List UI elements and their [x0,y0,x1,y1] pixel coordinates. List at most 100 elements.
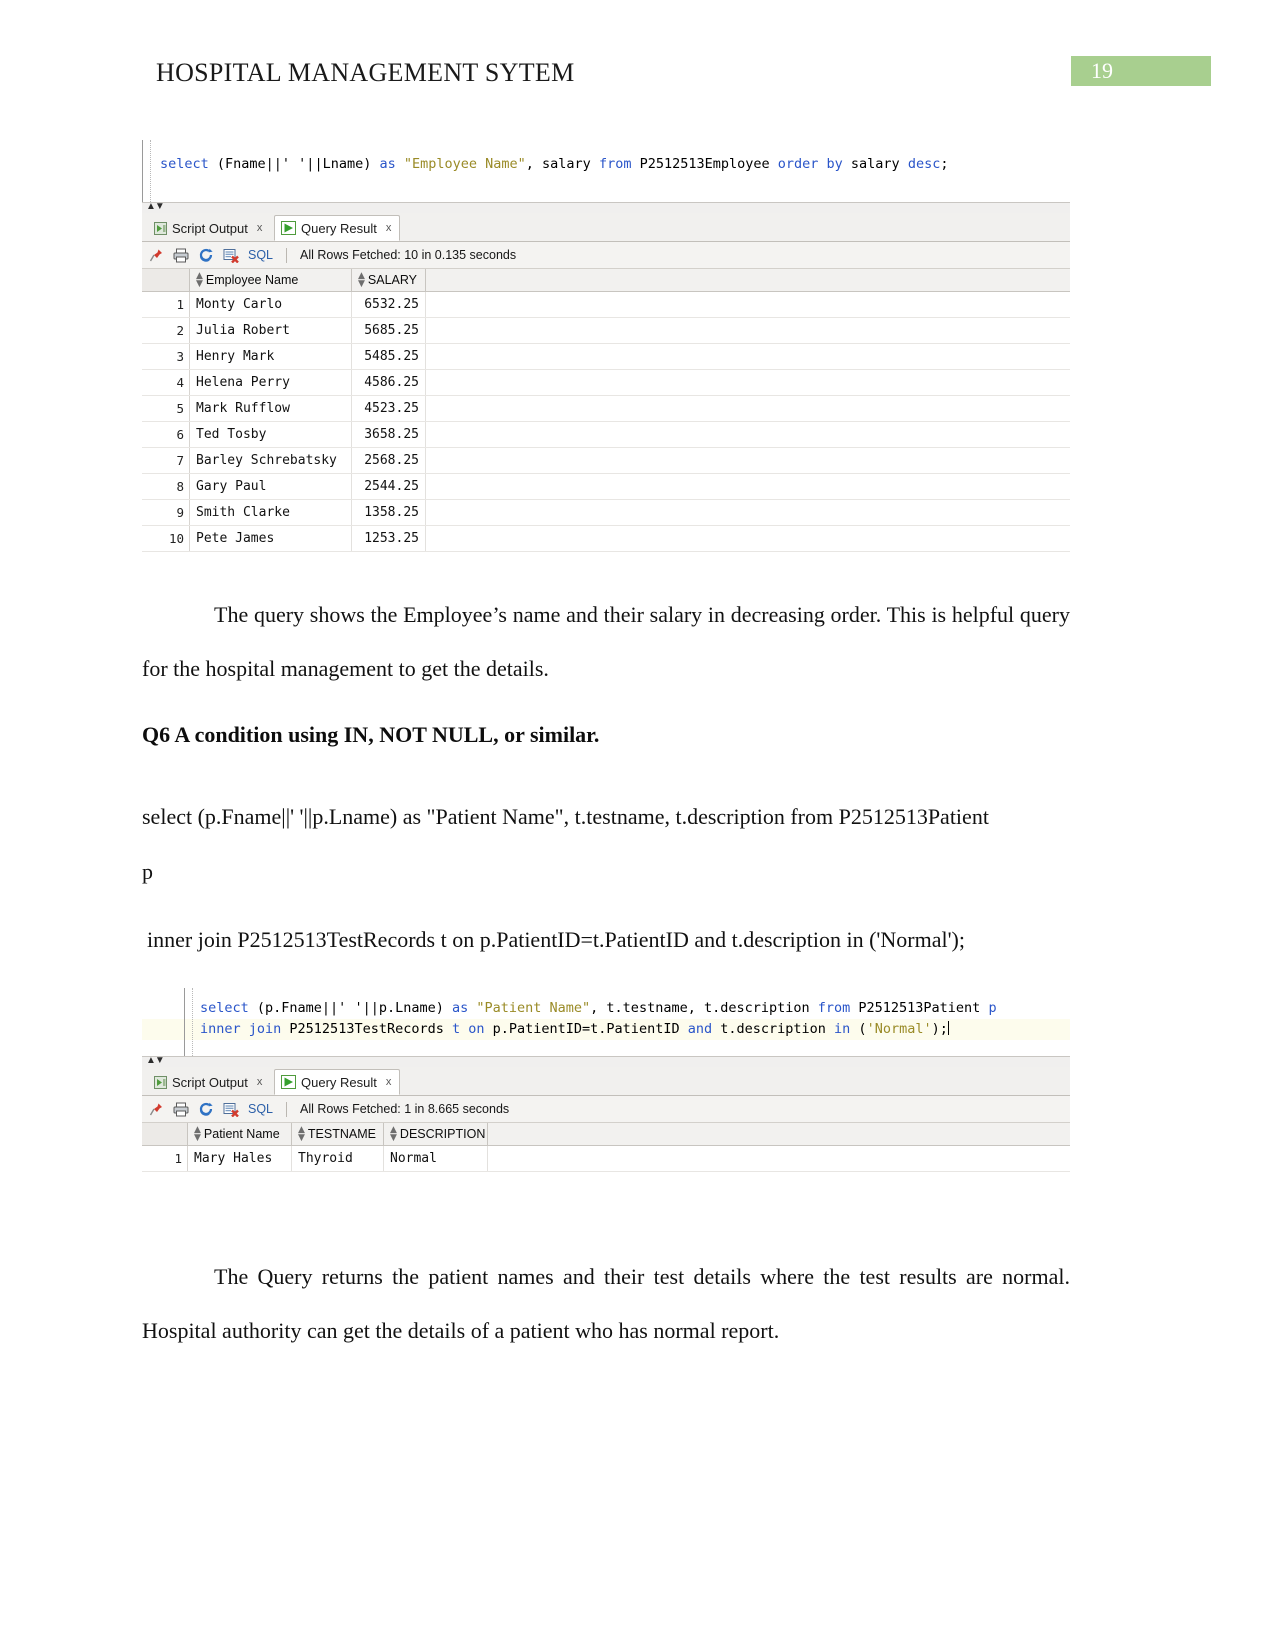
row-number-cell: 4 [142,370,190,395]
sort-indicator-icon[interactable]: ▲ ▼ [196,272,203,289]
table-cell: Ted Tosby [190,422,352,447]
text-caret [947,1021,949,1035]
table-row[interactable]: 1 Mary Hales Thyroid Normal [142,1146,1070,1172]
q6-query-text-line2: p [142,859,153,884]
results-tabstrip-2: Script Output x Query Result x [142,1067,1070,1096]
table-cell: Gary Paul [190,474,352,499]
table-cell: Monty Carlo [190,292,352,317]
editor-indent-guide [192,988,193,1056]
sort-indicator-icon[interactable]: ▲ ▼ [390,1126,397,1143]
code-token: and [687,1021,721,1037]
results-tabstrip-1: Script Output x Query Result x [142,213,1070,242]
document-page: HOSPITAL MANAGEMENT SYTEM 19 select (Fna… [0,0,1275,1651]
fetch-status-text: All Rows Fetched: 1 in 8.665 seconds [300,1102,510,1116]
code-token: salary [850,156,908,172]
tab-query-result[interactable]: Query Result x [274,1069,401,1095]
table-row[interactable]: 3 Henry Mark 5485.25 [142,344,1070,370]
table-cell: Mark Rufflow [190,396,352,421]
tab-script-output[interactable]: Script Output x [148,215,270,241]
table-row[interactable]: 10 Pete James 1253.25 [142,526,1070,552]
tab-close-icon[interactable]: x [257,1076,263,1088]
table-row[interactable]: 9 Smith Clarke 1358.25 [142,500,1070,526]
column-header[interactable]: ▲ ▼ TESTNAME [292,1123,384,1145]
results-grid-1: ▲ ▼ Employee Name ▲ ▼ SALARY 1 Monty Carlo 6532.… [142,269,1070,552]
code-line: select (Fname||' '||Lname) as "Employee … [142,154,1070,175]
row-number-cell: 3 [142,344,190,369]
table-cell: Smith Clarke [190,500,352,525]
sort-indicator-icon[interactable]: ▲ ▼ [194,1126,201,1143]
table-row[interactable]: 1 Monty Carlo 6532.25 [142,292,1070,318]
sort-indicator-icon[interactable]: ▲ ▼ [298,1126,305,1143]
table-cell: 4586.25 [352,370,426,395]
column-header-label: TESTNAME [307,1127,376,1141]
column-header[interactable]: ▲ ▼ Employee Name [190,269,352,291]
editor-gutter-line [142,140,143,202]
pin-icon[interactable] [149,1102,164,1117]
table-row[interactable]: 7 Barley Schrebatsky 2568.25 [142,448,1070,474]
code-token: desc [907,156,941,172]
script-output-icon [154,1075,167,1089]
code-token: , t.testname, t.description [590,1000,818,1016]
code-token: ( [858,1021,867,1037]
tab-close-icon[interactable]: x [386,1076,392,1088]
toolbar-divider [286,247,288,263]
detach-icon[interactable] [223,248,239,263]
tab-label: Query Result [301,220,377,236]
page-number-badge: 19 [1071,56,1211,86]
code-token: in [834,1021,859,1037]
table-cell: 2568.25 [352,448,426,473]
column-header-label: SALARY [367,273,418,287]
column-header-label: DESCRIPTION [399,1127,486,1141]
splitter-arrows-icon: ▲▼ [146,201,165,212]
panel-splitter-2[interactable]: ▲▼ [142,1056,1070,1067]
print-icon[interactable] [173,248,189,263]
panel-splitter-1[interactable]: ▲▼ [142,202,1070,213]
row-number-cell: 6 [142,422,190,447]
play-icon [281,221,296,235]
column-header[interactable]: ▲ ▼ DESCRIPTION [384,1123,488,1145]
refresh-icon[interactable] [198,1102,214,1117]
row-number-cell: 7 [142,448,190,473]
column-header[interactable]: ▲ ▼ SALARY [352,269,426,291]
row-number-cell: 8 [142,474,190,499]
table-row[interactable]: 4 Helena Perry 4586.25 [142,370,1070,396]
tab-close-icon[interactable]: x [386,222,392,234]
results-toolbar-2: SQL All Rows Fetched: 1 in 8.665 seconds [142,1096,1070,1123]
fetch-status-text: All Rows Fetched: 10 in 0.135 seconds [300,248,517,262]
pin-icon[interactable] [149,248,164,263]
print-icon[interactable] [173,1102,189,1117]
code-editor-2[interactable]: select (p.Fname||' '||p.Lname) as "Patie… [142,988,1070,1056]
code-token: from [817,1000,859,1016]
column-header[interactable]: ▲ ▼ Patient Name [188,1123,292,1145]
row-number-cell: 1 [142,292,190,317]
table-cell: Henry Mark [190,344,352,369]
table-cell: 3658.25 [352,422,426,447]
refresh-icon[interactable] [198,248,214,263]
table-row[interactable]: 2 Julia Robert 5685.25 [142,318,1070,344]
table-row[interactable]: 6 Ted Tosby 3658.25 [142,422,1070,448]
row-number-cell: 2 [142,318,190,343]
tab-script-output[interactable]: Script Output x [148,1069,270,1095]
table-row[interactable]: 5 Mark Rufflow 4523.25 [142,396,1070,422]
tab-query-result[interactable]: Query Result x [274,215,401,241]
code-line: inner join P2512513TestRecords t on p.Pa… [142,1019,1070,1040]
detach-icon[interactable] [223,1102,239,1117]
column-header-label: Employee Name [205,273,299,287]
code-token: , salary [525,156,599,172]
page-title: HOSPITAL MANAGEMENT SYTEM [156,58,575,87]
q6-query-text-line3: inner join P2512513TestRecords t on p.Pa… [147,927,965,952]
grid-header-row: ▲ ▼ Patient Name ▲ ▼ TESTNAME ▲ ▼ DESCRIPTION [142,1123,1070,1146]
table-row[interactable]: 8 Gary Paul 2544.25 [142,474,1070,500]
code-token: p [988,1000,997,1016]
tab-label: Script Output [172,1074,248,1090]
sql-developer-panel-2: select (p.Fname||' '||p.Lname) as "Patie… [142,988,1070,1172]
tab-close-icon[interactable]: x [257,222,263,234]
code-editor-1[interactable]: select (Fname||' '||Lname) as "Employee … [142,140,1070,202]
row-number-cell: 5 [142,396,190,421]
paragraph-query5-explanation: The query shows the Employee’s name and … [142,602,1070,681]
table-cell: Barley Schrebatsky [190,448,352,473]
results-grid-2: ▲ ▼ Patient Name ▲ ▼ TESTNAME ▲ ▼ DESCRIPTION 1 Ma… [142,1123,1070,1172]
sort-indicator-icon[interactable]: ▲ ▼ [358,272,365,289]
code-token: (p.Fname||' '||p.Lname) [256,1000,452,1016]
code-token: P2512513Patient [858,1000,989,1016]
